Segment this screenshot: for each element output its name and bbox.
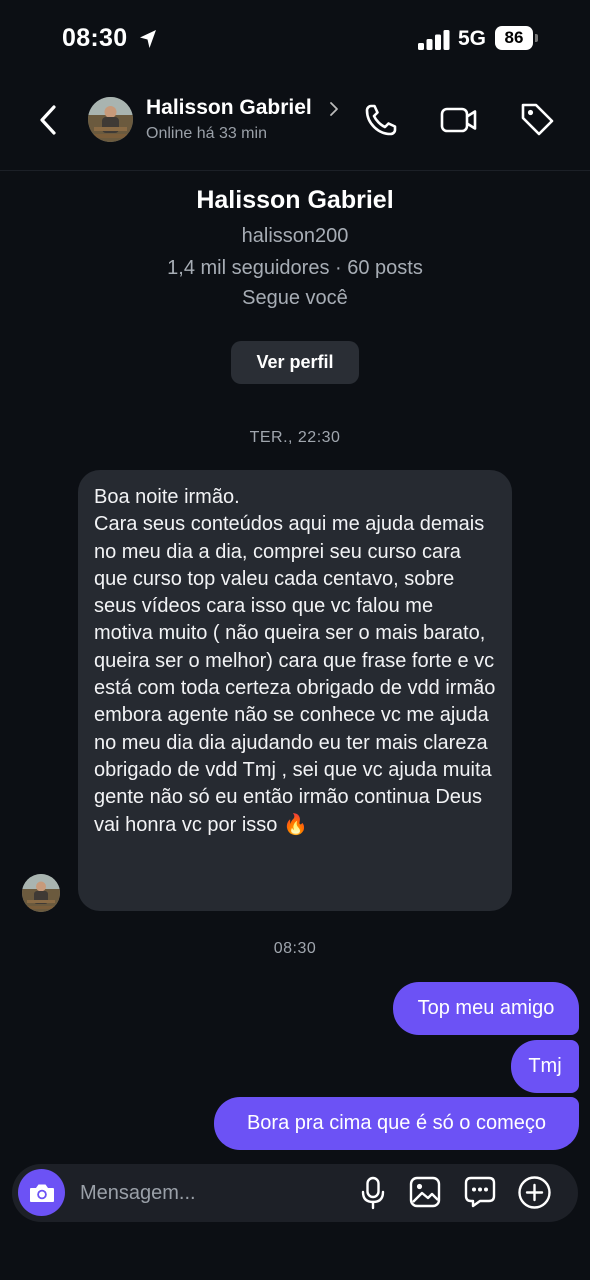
outgoing-message[interactable]: Bora pra cima que é só o começo: [214, 1097, 579, 1150]
camera-icon: [29, 1184, 54, 1202]
microphone-icon[interactable]: [359, 1175, 387, 1211]
battery-icon: 86: [495, 26, 539, 52]
video-icon[interactable]: [439, 102, 479, 138]
incoming-message[interactable]: Boa noite irmão. Cara seus conteúdos aqu…: [78, 470, 512, 911]
profile-stats: 1,4 mil seguidores · 60 posts: [167, 257, 423, 279]
online-status: Online há 33 min: [146, 125, 267, 142]
avatar[interactable]: [88, 97, 133, 142]
tag-icon[interactable]: [518, 100, 556, 138]
profile-name: Halisson Gabriel: [196, 186, 394, 214]
outgoing-message[interactable]: Tmj: [511, 1040, 579, 1093]
phone-icon[interactable]: [363, 102, 399, 138]
camera-button[interactable]: [18, 1169, 65, 1216]
location-arrow-icon: [140, 30, 156, 48]
chat-contact-name[interactable]: Halisson Gabriel: [146, 96, 312, 120]
sender-avatar[interactable]: [22, 874, 60, 912]
profile-username: halisson200: [241, 225, 349, 247]
battery-level: 86: [495, 26, 533, 50]
network-type: 5G: [458, 27, 487, 50]
message-input[interactable]: [78, 1172, 342, 1214]
header-divider: [0, 170, 590, 171]
plus-icon[interactable]: [517, 1175, 552, 1210]
follow-status: Segue você: [242, 287, 348, 309]
image-icon[interactable]: [408, 1175, 442, 1209]
back-icon[interactable]: [36, 102, 62, 138]
outgoing-message[interactable]: Top meu amigo: [393, 982, 579, 1035]
status-time: 08:30: [62, 24, 128, 52]
view-profile-button[interactable]: Ver perfil: [231, 341, 359, 384]
message-timestamp: TER., 22:30: [249, 429, 341, 446]
chevron-right-icon: [330, 102, 338, 116]
sticker-icon[interactable]: [463, 1175, 497, 1209]
signal-icon: [418, 30, 450, 50]
message-timestamp: 08:30: [273, 940, 317, 957]
